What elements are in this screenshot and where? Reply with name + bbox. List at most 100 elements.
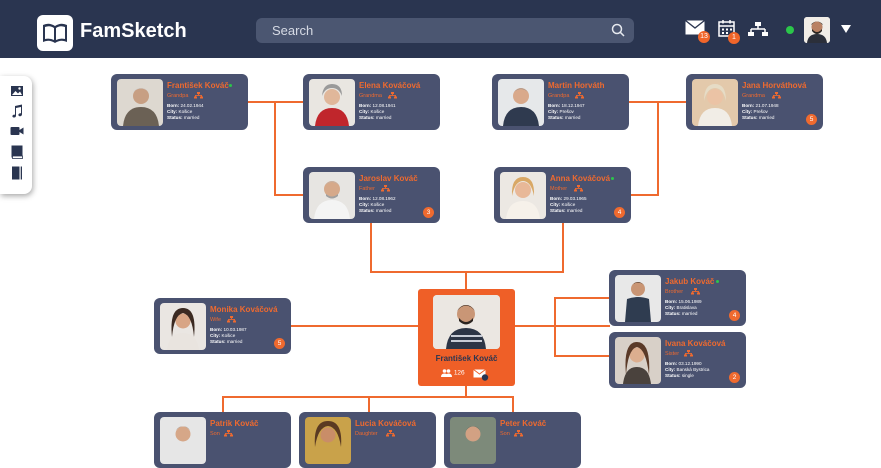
family-tree-icon[interactable]: [691, 288, 700, 295]
selected-person-image: [433, 295, 500, 349]
person-name: Jaroslav Kováč: [359, 174, 418, 183]
person-name: Ivana Kováčová: [665, 339, 726, 348]
person-card-frantisek-grandpa[interactable]: František Kováč Grandpa Born: 24.02.1944…: [111, 74, 248, 130]
video-icon[interactable]: [10, 124, 24, 138]
family-tree-icon[interactable]: [194, 92, 203, 99]
relation-label: Son: [500, 431, 510, 437]
relatives-count-badge[interactable]: 2: [729, 372, 740, 383]
family-tree-icon[interactable]: [772, 92, 781, 99]
music-icon[interactable]: [10, 104, 24, 118]
family-tree-icon[interactable]: [574, 185, 583, 192]
calendar-badge: 1: [728, 32, 740, 44]
person-card-jakub[interactable]: Jakub Kováč Brother Born: 15.06.1989 Cit…: [609, 270, 746, 326]
relation-label: Son: [210, 431, 220, 437]
person-name: Monika Kováčová: [210, 305, 278, 314]
person-card-ivana[interactable]: Ivana Kováčová Sister Born: 03.12.1990 C…: [609, 332, 746, 388]
person-info: Born: 12.08.1962 City: Košice Status: ma…: [359, 196, 396, 214]
person-name: František Kováč: [167, 81, 229, 90]
person-photo: [615, 275, 661, 322]
person-photo: [309, 79, 355, 126]
search-icon[interactable]: [611, 23, 625, 37]
selected-person-stats: 126: [441, 369, 465, 377]
relation-label: Grandma: [359, 93, 382, 99]
person-photo: [450, 417, 496, 464]
person-card-monika[interactable]: Monika Kováčová Wife Born: 10.03.1987 Ci…: [154, 298, 291, 354]
family-tree-icon[interactable]: [386, 430, 395, 437]
media-sidebar: [0, 76, 32, 194]
person-card-jana[interactable]: Jana Horváthová Grandma Born: 21.07.1948…: [686, 74, 823, 130]
relation-label: Father: [359, 186, 375, 192]
person-card-martin[interactable]: Martin Horváth Grandpa Born: 18.12.1947 …: [492, 74, 629, 130]
person-card-elena[interactable]: Elena Kováčová Grandma Born: 12.08.1941 …: [303, 74, 440, 130]
search-input[interactable]: Search: [256, 18, 634, 43]
family-tree-icon[interactable]: [514, 430, 523, 437]
person-info: Born: 10.03.1987 City: Košice Status: ma…: [210, 327, 247, 345]
person-info: Born: 24.02.1944 City: Košice Status: ma…: [167, 103, 204, 121]
logo[interactable]: [37, 15, 73, 51]
online-dot: [716, 280, 719, 283]
person-info: Born: 12.08.1941 City: Košice Status: ma…: [359, 103, 396, 121]
mail-button[interactable]: 13: [685, 19, 710, 43]
person-photo: [117, 79, 163, 126]
relation-label: Grandpa: [167, 93, 189, 99]
person-photo: [615, 337, 661, 384]
person-name: Anna Kováčová: [550, 174, 611, 183]
selected-person-name: František Kováč: [435, 354, 498, 363]
person-card-lucia[interactable]: Lucia Kováčová Daughter: [299, 412, 436, 468]
profile-menu-caret-icon[interactable]: [841, 25, 851, 33]
relation-label: Wife: [210, 317, 221, 323]
calendar-button[interactable]: 1: [718, 20, 740, 44]
family-tree-button[interactable]: [748, 22, 768, 42]
user-avatar[interactable]: [804, 17, 830, 43]
search-placeholder: Search: [272, 23, 314, 38]
relatives-count: 126: [453, 369, 465, 377]
person-card-peter[interactable]: Peter Kováč Son: [444, 412, 581, 468]
person-photo: [692, 79, 738, 126]
person-card-jaroslav[interactable]: Jaroslav Kováč Father Born: 12.08.1962 C…: [303, 167, 440, 223]
relation-label: Mother: [550, 186, 568, 192]
relatives-count-badge[interactable]: 5: [274, 338, 285, 349]
book-logo-icon: [43, 23, 67, 43]
family-tree-icon[interactable]: [224, 430, 233, 437]
relation-label: Grandma: [742, 93, 765, 99]
relatives-count-badge[interactable]: 4: [614, 207, 625, 218]
relation-label: Brother: [665, 289, 684, 295]
person-photo: [160, 303, 206, 350]
person-photo: [309, 172, 355, 219]
relation-label: Grandpa: [548, 93, 570, 99]
person-name: Jana Horváthová: [742, 81, 807, 90]
person-name: Peter Kováč: [500, 419, 547, 428]
notebook-icon[interactable]: [10, 166, 24, 180]
person-name: Jakub Kováč: [665, 277, 715, 286]
person-info: Born: 21.07.1948 City: Prešov Status: ma…: [742, 103, 779, 121]
person-name: Elena Kováčová: [359, 81, 421, 90]
mail-badge: 13: [698, 31, 710, 43]
relation-label: Sister: [665, 351, 680, 357]
person-photo: [305, 417, 351, 464]
family-tree-icon[interactable]: [575, 92, 584, 99]
relatives-count-badge[interactable]: 4: [729, 310, 740, 321]
selected-person-card[interactable]: František Kováč 126: [418, 289, 515, 386]
app-title: FamSketch: [80, 20, 187, 42]
family-tree-icon[interactable]: [227, 316, 236, 323]
family-tree-icon: [748, 22, 768, 36]
relatives-count-badge[interactable]: 3: [423, 207, 434, 218]
person-info: Born: 03.12.1990 City: Banská Bystrica S…: [665, 361, 710, 379]
online-dot: [611, 177, 614, 180]
photos-icon[interactable]: [10, 84, 24, 98]
online-dot: [229, 84, 232, 87]
book-icon[interactable]: [10, 145, 24, 159]
relatives-count-badge[interactable]: 5: [806, 114, 817, 125]
person-info: Born: 15.06.1989 City: Bratislava Status…: [665, 299, 702, 317]
message-button-mail-icon[interactable]: [473, 369, 489, 381]
person-info: Born: 18.12.1947 City: Prešov Status: ma…: [548, 103, 585, 121]
family-tree-icon[interactable]: [684, 350, 693, 357]
family-tree-icon[interactable]: [381, 185, 390, 192]
avatar-image: [804, 17, 830, 43]
person-name: Martin Horváth: [548, 81, 605, 90]
family-tree-icon[interactable]: [388, 92, 397, 99]
top-bar: FamSketch Search 13 1: [0, 0, 881, 58]
person-card-anna[interactable]: Anna Kováčová Mother Born: 29.03.1965 Ci…: [494, 167, 631, 223]
person-card-patrik[interactable]: Patrik Kováč Son: [154, 412, 291, 468]
person-name: Patrik Kováč: [210, 419, 259, 428]
